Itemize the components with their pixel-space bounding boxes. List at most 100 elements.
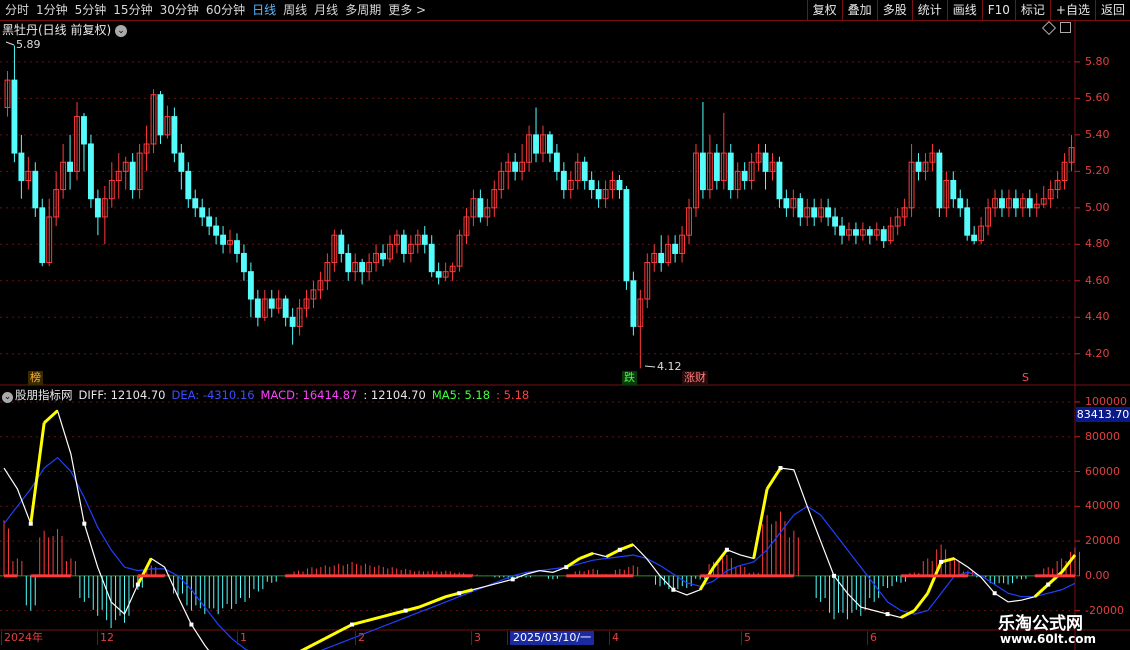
diff-highlight-segment bbox=[365, 616, 380, 623]
chevron-down-icon[interactable]: ⌄ bbox=[2, 392, 13, 403]
watermark-title: 乐淘公式网 bbox=[998, 614, 1083, 634]
candle-body bbox=[32, 170, 39, 209]
diff-highlight-segment bbox=[605, 548, 621, 559]
candle-body bbox=[797, 198, 804, 218]
diff-dot bbox=[885, 612, 890, 617]
diff-value: DIFF: 12104.70 bbox=[78, 388, 166, 402]
candle-body bbox=[512, 161, 519, 172]
candle-body bbox=[852, 229, 859, 236]
indicator-name[interactable]: 股朋指标网 bbox=[15, 388, 73, 402]
diff-dot bbox=[135, 582, 140, 587]
watermark-url: www.60lt.com bbox=[1000, 632, 1097, 646]
main-y-tick: 4.40 bbox=[1085, 310, 1110, 324]
diff-highlight-segment bbox=[1047, 571, 1063, 586]
diff-highlight-segment bbox=[351, 619, 366, 626]
candle-body bbox=[234, 240, 240, 254]
candle-body bbox=[581, 161, 588, 181]
candle-body bbox=[213, 225, 220, 236]
max-price-label: 5.89 bbox=[16, 38, 41, 51]
diff-highlight-segment bbox=[29, 422, 46, 524]
candle-body bbox=[359, 262, 366, 273]
candle-body bbox=[713, 152, 720, 181]
indicator-legend: ⌄ 股朋指标网 DIFF: 12104.70 DEA: -4310.16 MACD: 1… bbox=[2, 387, 535, 403]
zhangcai-tag[interactable]: 涨财 bbox=[682, 371, 708, 385]
diff-highlight-segment bbox=[698, 566, 715, 591]
die-tag[interactable]: 跌 bbox=[622, 371, 637, 385]
candle-body bbox=[727, 152, 734, 191]
diff-dot bbox=[1046, 582, 1051, 587]
candle-body bbox=[783, 198, 790, 209]
candle-body bbox=[1026, 198, 1033, 209]
candle-body bbox=[533, 134, 539, 154]
diff-dot bbox=[28, 521, 33, 526]
candle-body bbox=[67, 161, 74, 172]
diff-highlight-segment bbox=[378, 612, 393, 620]
candle-body bbox=[477, 198, 484, 218]
s-tag[interactable]: S bbox=[1020, 371, 1031, 385]
min-pointer bbox=[644, 365, 656, 368]
x-axis-separator bbox=[355, 631, 356, 645]
candle-body bbox=[421, 234, 428, 245]
candle-body bbox=[400, 234, 407, 254]
candle-body bbox=[39, 207, 46, 264]
main-y-tick: 5.40 bbox=[1085, 127, 1110, 141]
candle-body bbox=[338, 234, 345, 254]
diff-highlight-segment bbox=[619, 543, 634, 552]
diff-highlight-segment bbox=[136, 557, 153, 586]
diff-highlight-segment bbox=[391, 609, 407, 616]
x-axis-separator bbox=[507, 631, 508, 645]
ind-y-tick: 80000 bbox=[1085, 429, 1120, 443]
diff-highlight-segment bbox=[926, 561, 943, 594]
candle-body bbox=[936, 152, 943, 209]
candle-body bbox=[199, 207, 206, 218]
main-y-tick: 4.60 bbox=[1085, 273, 1110, 287]
diff-dot bbox=[617, 547, 622, 552]
diff-dot bbox=[724, 547, 729, 552]
diff-dot bbox=[992, 591, 997, 596]
diff-dot bbox=[778, 466, 783, 471]
max-pointer bbox=[5, 41, 15, 46]
candle-body bbox=[588, 179, 595, 191]
x-axis-separator bbox=[1, 631, 2, 645]
candle-body bbox=[268, 298, 275, 309]
candle-body bbox=[220, 234, 227, 245]
macd-value: MACD: 16414.87 bbox=[260, 388, 358, 402]
candle-body bbox=[866, 229, 873, 236]
candle-body bbox=[623, 189, 630, 282]
blank-value: : 12104.70 bbox=[363, 388, 426, 402]
candle-body bbox=[192, 198, 199, 209]
diff-highlight-segment bbox=[405, 605, 420, 613]
candle-body bbox=[616, 179, 623, 191]
candle-body bbox=[94, 198, 101, 218]
bang-tag[interactable]: 榜 bbox=[28, 371, 43, 385]
diff-dot bbox=[189, 622, 194, 627]
candle-body bbox=[832, 216, 839, 227]
diff-highlight-segment bbox=[299, 644, 313, 650]
diff-highlight-segment bbox=[913, 592, 929, 612]
diff-highlight-segment bbox=[1060, 554, 1077, 574]
diff-dot bbox=[457, 591, 462, 596]
main-y-tick: 5.00 bbox=[1085, 200, 1110, 214]
diff-dot bbox=[510, 577, 515, 582]
candle-body bbox=[185, 170, 192, 200]
kline-chart[interactable] bbox=[0, 0, 1130, 650]
candle-body bbox=[950, 179, 957, 200]
x-axis-label: 2 bbox=[358, 631, 365, 644]
dea-value: DEA: -4310.16 bbox=[171, 388, 255, 402]
candle-body bbox=[553, 152, 560, 172]
diff-dot bbox=[82, 521, 87, 526]
x-axis-label: 4 bbox=[612, 631, 619, 644]
candle-body bbox=[964, 207, 971, 236]
x-axis-label: 5 bbox=[744, 631, 751, 644]
candle-body bbox=[971, 234, 978, 242]
cursor-date-label: 2025/03/10/一 bbox=[510, 631, 595, 645]
x-axis-separator bbox=[741, 631, 742, 645]
diff-highlight-segment bbox=[43, 409, 59, 424]
diff-highlight-segment bbox=[752, 488, 769, 559]
diff-dot bbox=[939, 559, 944, 564]
diff-highlight-segment bbox=[940, 557, 955, 564]
last-value: : 5.18 bbox=[496, 388, 530, 402]
candle-body bbox=[630, 280, 637, 327]
diff-highlight-segment bbox=[579, 551, 594, 560]
candle-body bbox=[957, 198, 964, 209]
